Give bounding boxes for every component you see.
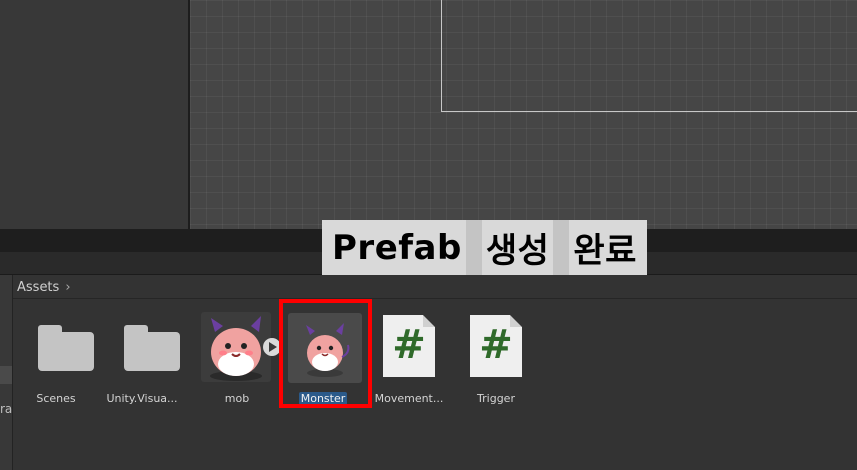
breadcrumb: Assets › <box>17 279 71 295</box>
monster-prefab-thumbnail <box>288 313 362 383</box>
asset-label: Monster <box>280 392 366 405</box>
asset-label: Trigger <box>477 392 515 405</box>
banner-word-complete: 완료 <box>573 231 637 271</box>
folder-icon <box>124 325 180 371</box>
asset-label: mob <box>224 392 250 405</box>
asset-movement-script[interactable]: # Movement... <box>366 312 452 405</box>
hierarchy-panel <box>0 0 188 229</box>
csharp-script-icon: # <box>383 315 435 377</box>
asset-mob-sprite[interactable]: mob <box>194 312 281 405</box>
folder-icon <box>38 325 94 371</box>
monster-sprite-icon <box>210 316 262 381</box>
chevron-right-icon: › <box>65 279 71 295</box>
banner-word-prefab: Prefab <box>332 227 462 268</box>
breadcrumb-divider <box>13 298 857 299</box>
asset-label: Scenes <box>36 392 76 405</box>
selected-asset-label: Monster <box>298 392 348 405</box>
asset-unity-visual-folder[interactable]: Unity.Visua... <box>99 312 185 405</box>
banner-word-create: 생성 <box>485 231 550 271</box>
canvas-bounds <box>441 0 857 112</box>
asset-label: Movement... <box>374 392 444 405</box>
asset-scenes-folder[interactable]: Scenes <box>13 312 99 405</box>
caption-banner: Prefab 생성 완료 <box>322 220 647 275</box>
breadcrumb-assets[interactable]: Assets <box>17 280 59 295</box>
csharp-script-icon: # <box>470 315 522 377</box>
monster-prefab-icon <box>306 323 350 377</box>
play-icon[interactable] <box>263 338 281 356</box>
folder-tree-selected-item[interactable] <box>0 366 12 384</box>
mob-thumbnail <box>201 312 271 382</box>
asset-monster-prefab[interactable]: Monster <box>280 312 366 405</box>
scene-view[interactable] <box>190 0 857 229</box>
asset-trigger-script[interactable]: # Trigger <box>453 312 539 405</box>
folder-tree-partial-label: ra <box>0 402 13 416</box>
asset-label: Unity.Visua... <box>106 392 178 405</box>
